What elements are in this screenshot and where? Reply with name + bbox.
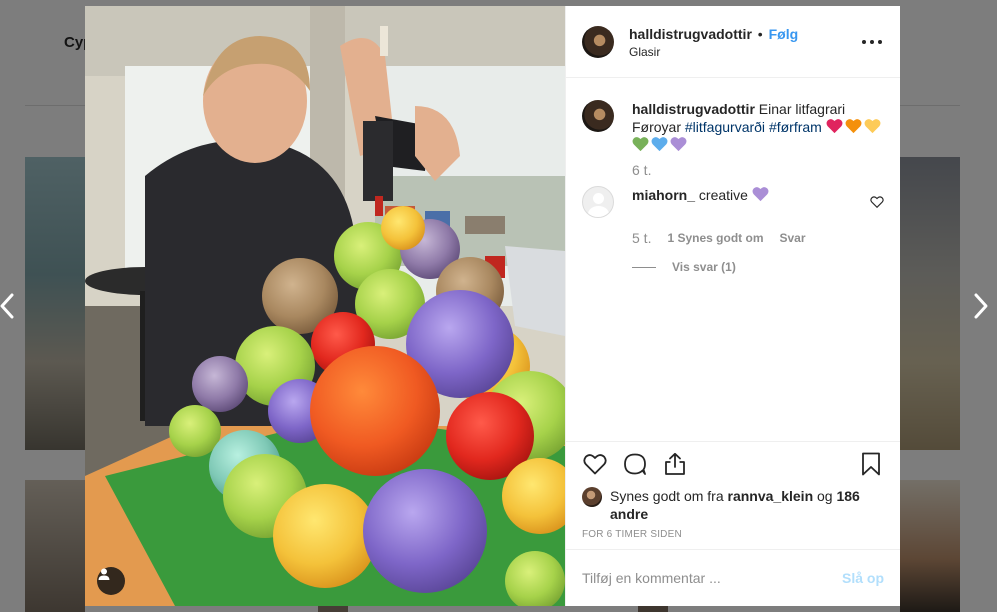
heart-emoji-icon — [864, 119, 881, 134]
likes-conjunction: og — [817, 488, 833, 504]
bookmark-icon[interactable] — [858, 451, 884, 477]
heart-emoji-icon — [651, 137, 668, 152]
comment-likes-link[interactable]: 1 Synes godt om — [667, 231, 763, 245]
hashtag-link[interactable]: #førfram — [769, 119, 822, 135]
heart-emoji-icon — [670, 137, 687, 152]
more-horizontal-icon[interactable] — [860, 30, 884, 54]
view-replies-button[interactable]: Vis svar (1) — [632, 260, 884, 274]
purple-heart-emoji-icon — [752, 187, 769, 202]
post-author-username[interactable]: halldistrugvadottir — [629, 26, 752, 42]
comment-item: miahorn_ creative — [582, 186, 884, 218]
comment-input[interactable] — [582, 570, 842, 586]
separator-dot: • — [757, 25, 763, 42]
hashtag-link[interactable]: #litfagurvarði — [685, 119, 765, 135]
comment-icon[interactable] — [622, 451, 648, 477]
caption-username[interactable]: halldistrugvadottir — [632, 101, 755, 117]
avatar[interactable] — [582, 487, 602, 507]
avatar[interactable] — [582, 25, 614, 58]
liker-username[interactable]: rannva_klein — [728, 488, 814, 504]
comment-text: creative — [698, 187, 748, 203]
post-modal: halldistrugvadottir • Følg Glasir halldi… — [85, 6, 900, 606]
next-post-arrow-icon[interactable] — [968, 292, 992, 320]
reply-button[interactable]: Svar — [780, 231, 806, 245]
heart-emoji-icon — [632, 137, 649, 152]
avatar[interactable] — [582, 100, 614, 132]
user-icon — [98, 568, 110, 580]
comment-time: 5 t. — [632, 230, 652, 246]
post-header: halldistrugvadottir • Følg Glasir — [566, 6, 900, 78]
replies-divider — [632, 266, 656, 268]
heart-emoji-icon — [826, 119, 843, 134]
view-replies-label: Vis svar (1) — [672, 260, 736, 274]
post-actions-bar — [566, 441, 900, 485]
likes-summary: Synes godt om fra rannva_klein og 186 an… — [566, 485, 900, 523]
post-comment-button[interactable]: Slå op — [842, 570, 884, 586]
likes-prefix: Synes godt om fra — [610, 488, 724, 504]
tagged-users-button[interactable] — [97, 567, 125, 595]
post-photo[interactable] — [85, 6, 565, 606]
caption-time: 6 t. — [632, 162, 652, 178]
follow-button[interactable]: Følg — [769, 26, 799, 42]
photo-illustration — [85, 6, 565, 606]
previous-post-arrow-icon[interactable] — [0, 292, 20, 320]
post-timestamp[interactable]: FOR 6 TIMER SIDEN — [566, 523, 900, 549]
comment-meta: 5 t. 1 Synes godt om Svar — [632, 230, 884, 246]
avatar[interactable] — [582, 186, 614, 218]
share-icon[interactable] — [662, 451, 688, 477]
comment-username[interactable]: miahorn_ — [632, 187, 695, 203]
heart-emoji-icon — [845, 119, 862, 134]
post-location[interactable]: Glasir — [629, 45, 860, 59]
add-comment-bar: Slå op — [566, 549, 900, 606]
heart-icon[interactable] — [582, 451, 608, 477]
comments-section: halldistrugvadottir Einar litfagrari Før… — [566, 78, 900, 441]
comment-like-heart-icon[interactable] — [870, 195, 884, 209]
caption-comment: halldistrugvadottir Einar litfagrari Før… — [582, 100, 884, 154]
post-side-panel: halldistrugvadottir • Følg Glasir halldi… — [565, 6, 900, 606]
